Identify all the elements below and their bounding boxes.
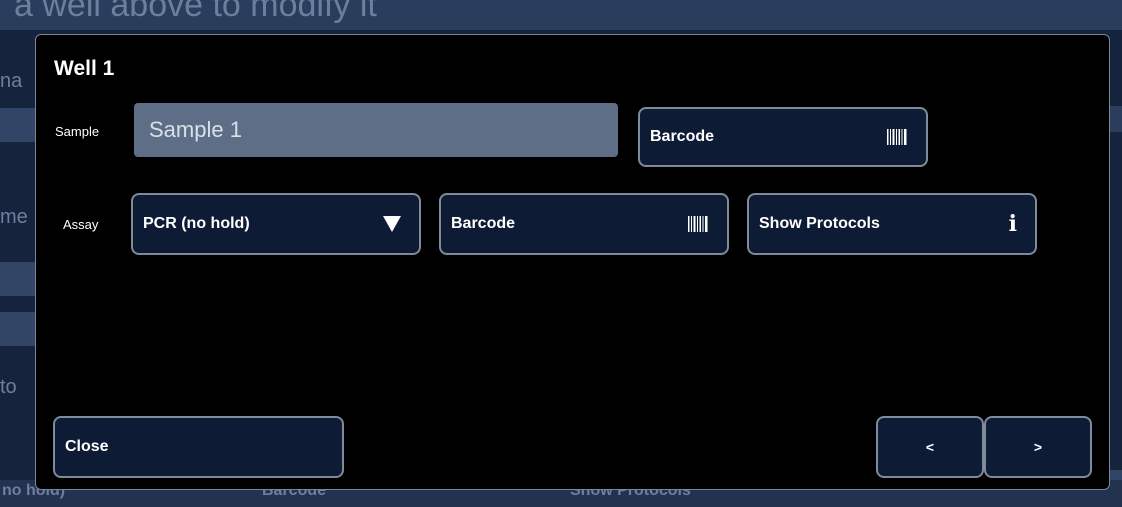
info-icon: i [1008,211,1017,237]
background-label: to [0,376,17,398]
background-row [0,108,40,142]
next-label: > [1033,439,1043,455]
close-button[interactable]: Close [53,416,344,478]
barcode-icon [688,216,708,232]
dialog-title: Well 1 [54,57,115,80]
assay-barcode-label: Barcode [451,215,516,232]
caret-down-icon [383,216,401,232]
close-label: Close [65,438,109,455]
background-heading: a well above to modify it [14,0,377,24]
assay-dropdown[interactable]: PCR (no hold) [131,193,421,255]
assay-barcode-button[interactable]: Barcode [439,193,729,255]
assay-selected-value: PCR (no hold) [143,215,250,232]
next-button[interactable]: > [984,416,1092,478]
background-row [0,312,40,346]
background-label: me [0,206,28,228]
show-protocols-label: Show Protocols [759,215,880,232]
previous-button[interactable]: < [876,416,984,478]
sample-input[interactable]: Sample 1 [134,103,618,157]
assay-label: Assay [63,217,99,232]
sample-label: Sample [55,124,100,139]
background-row [0,262,40,296]
well-dialog: Well 1 Sample Sample 1 Barcode Assay PCR… [35,34,1110,490]
show-protocols-button[interactable]: Show Protocols i [747,193,1037,255]
previous-label: < [925,439,935,455]
sample-barcode-label: Barcode [650,128,715,145]
barcode-icon [887,129,907,145]
sample-barcode-button[interactable]: Barcode [638,107,928,167]
background-label: na [0,70,23,92]
